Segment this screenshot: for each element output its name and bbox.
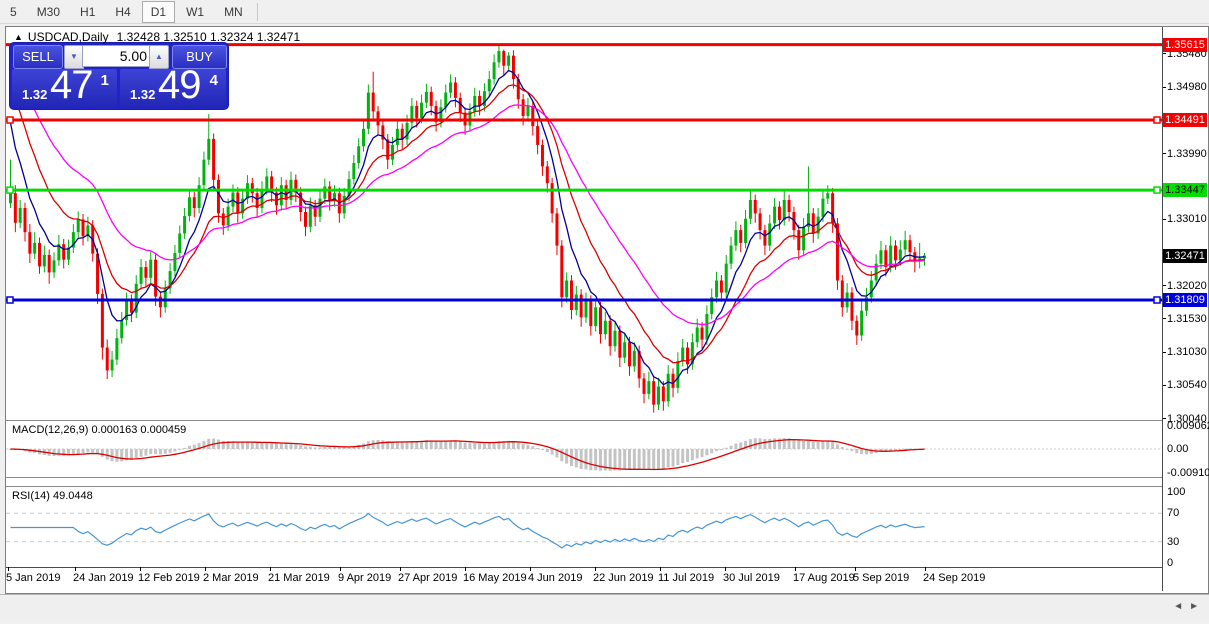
date-label: 24 Jan 2019 [73, 572, 134, 584]
date-tick [660, 567, 661, 571]
timeframe-button-d1[interactable]: D1 [142, 1, 175, 23]
date-tick [400, 567, 401, 571]
date-tick [855, 567, 856, 571]
macd-axis-label: 0.009062 [1167, 420, 1209, 432]
date-label: 11 Jul 2019 [658, 572, 714, 584]
one-click-trade-panel: SELL ▼ ▲ BUY 1.32 47 1 1.32 49 4 [10, 43, 228, 109]
date-label: 17 Aug 2019 [793, 572, 855, 584]
scroll-right-icon[interactable]: ► [1189, 601, 1205, 612]
chart-tab-bar: ◄► [0, 594, 1209, 621]
date-label: 27 Apr 2019 [398, 572, 457, 584]
macd-signal-line [11, 440, 925, 470]
price-tick [1163, 53, 1166, 54]
sell-price-big: 47 [50, 63, 93, 108]
toolbar-separator [257, 3, 258, 21]
chart-ohlc-values: 1.32428 1.32510 1.32324 1.32471 [117, 30, 301, 44]
price-tick-label: 1.30540 [1167, 379, 1207, 391]
rsi-axis-label: 0 [1167, 557, 1173, 569]
rsi-axis-label: 100 [1167, 486, 1185, 498]
date-label: 9 Apr 2019 [338, 572, 391, 584]
date-tick [795, 567, 796, 571]
date-label: 4 Jun 2019 [528, 572, 582, 584]
price-tick-label: 1.32020 [1167, 280, 1207, 292]
tab-scroll-arrows[interactable]: ◄► [1173, 601, 1205, 612]
date-label: 5 Sep 2019 [853, 572, 909, 584]
price-tick-label: 1.33990 [1167, 148, 1207, 160]
rsi-line [11, 514, 925, 548]
date-label: 30 Jul 2019 [723, 572, 780, 584]
chart-collapse-icon[interactable]: ▲ [14, 32, 23, 42]
price-tick [1163, 87, 1166, 88]
rsi-axis-label: 70 [1167, 507, 1179, 519]
timeframe-toolbar: 5M30H1H4D1W1MN [0, 0, 1209, 24]
buy-price-sup: 4 [210, 72, 218, 89]
fast-ma-line [11, 71, 925, 385]
current-price-badge: 1.32471 [1163, 249, 1207, 263]
timeframe-button-5[interactable]: 5 [1, 1, 26, 23]
buy-price-small: 1.32 [130, 87, 155, 102]
date-label: 2 Mar 2019 [203, 572, 259, 584]
level-price-badge: 1.31809 [1163, 293, 1207, 307]
rsi-label: RSI(14) 49.0448 [12, 490, 93, 502]
volume-input[interactable] [82, 45, 152, 67]
price-tick [1163, 285, 1166, 286]
chart-title: ▲ USDCAD,Daily 1.32428 1.32510 1.32324 1.3… [14, 30, 300, 44]
chart-window: ▲ USDCAD,Daily 1.32428 1.32510 1.32324 1.3… [5, 26, 1209, 594]
macd-axis-label: 0.00 [1167, 443, 1188, 455]
price-axis: 1.354801.349801.339901.330101.320201.315… [1162, 27, 1207, 591]
date-tick [595, 567, 596, 571]
date-tick [205, 567, 206, 571]
date-tick [140, 567, 141, 571]
macd-axis-label: -0.009107 [1167, 467, 1209, 479]
macd-label: MACD(12,26,9) 0.000163 0.000459 [12, 424, 186, 436]
date-label: 12 Feb 2019 [138, 572, 200, 584]
scroll-left-icon[interactable]: ◄ [1173, 601, 1189, 612]
sell-price-box[interactable]: 1.32 47 1 [12, 69, 117, 107]
date-label: 5 Jan 2019 [6, 572, 60, 584]
date-tick [340, 567, 341, 571]
sell-price-small: 1.32 [22, 87, 47, 102]
date-tick [75, 567, 76, 571]
level-price-badge: 1.33447 [1163, 183, 1207, 197]
date-tick [8, 567, 9, 571]
date-label: 16 May 2019 [463, 572, 527, 584]
price-tick [1163, 418, 1166, 419]
timeframe-button-h4[interactable]: H4 [106, 1, 139, 23]
price-tick-label: 1.33010 [1167, 213, 1207, 225]
date-tick [530, 567, 531, 571]
date-tick [465, 567, 466, 571]
price-tick-label: 1.34980 [1167, 81, 1207, 93]
date-axis: 5 Jan 2019 24 Jan 2019 12 Feb 20192 Mar 20… [6, 567, 1162, 592]
timeframe-button-m30[interactable]: M30 [28, 1, 69, 23]
date-tick [925, 567, 926, 571]
rsi-canvas [6, 487, 1162, 567]
level-price-badge: 1.34491 [1163, 113, 1207, 127]
level-price-badge: 1.35615 [1163, 38, 1207, 52]
date-label: 24 Sep 2019 [923, 572, 985, 584]
price-tick [1163, 318, 1166, 319]
date-label: 22 Jun 2019 [593, 572, 654, 584]
buy-price-big: 49 [158, 63, 201, 108]
timeframe-button-h1[interactable]: H1 [71, 1, 104, 23]
date-tick [725, 567, 726, 571]
timeframe-button-mn[interactable]: MN [215, 1, 252, 23]
timeframe-button-w1[interactable]: W1 [177, 1, 213, 23]
price-tick-label: 1.31530 [1167, 313, 1207, 325]
pane-separator[interactable] [6, 477, 1162, 478]
date-tick [270, 567, 271, 571]
chart-symbol-label: USDCAD,Daily [28, 30, 109, 44]
price-tick [1163, 219, 1166, 220]
price-tick [1163, 385, 1166, 386]
price-tick-label: 1.31030 [1167, 346, 1207, 358]
rsi-axis-label: 30 [1167, 536, 1179, 548]
date-label: 21 Mar 2019 [268, 572, 330, 584]
sell-price-sup: 1 [101, 72, 109, 89]
price-tick [1163, 153, 1166, 154]
mid-ma-line [11, 82, 925, 363]
price-tick [1163, 352, 1166, 353]
buy-price-box[interactable]: 1.32 49 4 [120, 69, 226, 107]
